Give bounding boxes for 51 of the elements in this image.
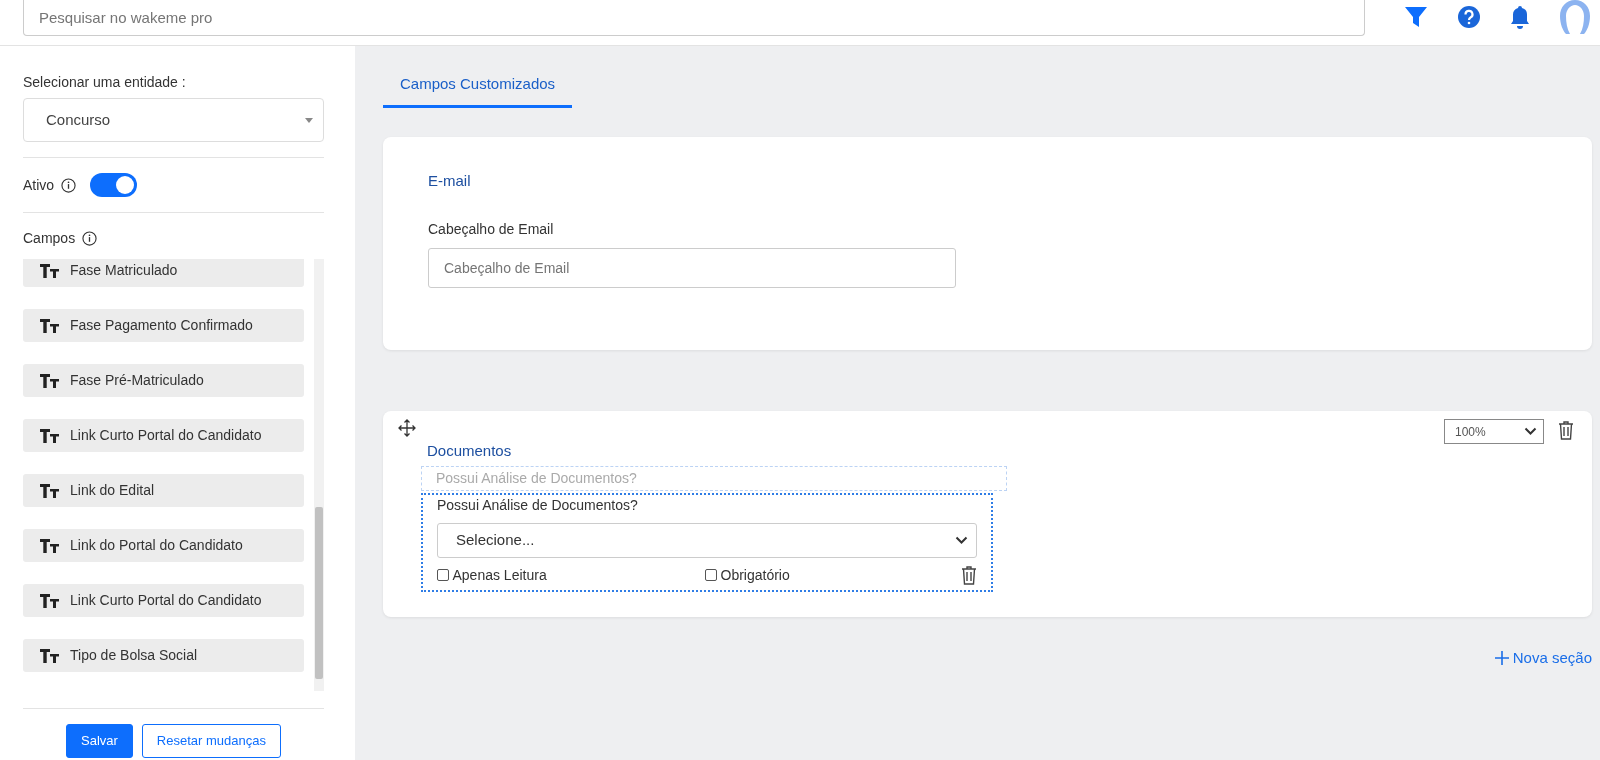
- chevron-down-icon: [955, 535, 968, 545]
- entity-select[interactable]: Concurso: [23, 98, 324, 142]
- info-icon: [61, 177, 77, 193]
- checkbox[interactable]: [437, 569, 449, 581]
- bell-icon[interactable]: [1510, 5, 1530, 29]
- field-item[interactable]: Fase Pré-Matriculado: [23, 364, 304, 397]
- checkbox-label: Apenas Leitura: [452, 565, 547, 585]
- field-item[interactable]: Link do Edital: [23, 474, 304, 507]
- field-label: Possui Análise de Documentos?: [436, 469, 637, 486]
- text-type-icon: [40, 593, 60, 608]
- section-label: Campos: [23, 229, 76, 248]
- move-icon[interactable]: [398, 419, 416, 437]
- toggle-switch[interactable]: [90, 173, 138, 197]
- text-type-icon: [40, 373, 60, 388]
- field-label: Possui Análise de Documentos?: [437, 495, 639, 515]
- chevron-down-icon: [1524, 427, 1537, 436]
- field-item[interactable]: Fase Pagamento Confirmado: [23, 309, 304, 342]
- search-field[interactable]: Pesquisar no wakeme pro: [23, 0, 1365, 36]
- checkbox-label: Obrigatório: [720, 565, 790, 585]
- field-item[interactable]: Fase Matriculado: [23, 259, 304, 287]
- field-item[interactable]: Tipo de Bolsa Social: [23, 639, 304, 672]
- section-title: Documentos: [427, 441, 513, 461]
- field-item[interactable]: Link Curto Portal do Candidato: [23, 584, 304, 617]
- reset-button[interactable]: Resetar mudanças: [141, 724, 281, 758]
- section-title: E-mail: [428, 170, 472, 191]
- field-label: Cabeçalho de Email: [428, 220, 555, 239]
- scrollbar[interactable]: [314, 259, 324, 691]
- info-icon: [82, 231, 98, 246]
- text-type-icon: [40, 263, 60, 278]
- text-type-icon: [40, 318, 60, 333]
- field-item[interactable]: Link do Portal do Candidato: [23, 529, 304, 562]
- select-field[interactable]: Selecione...: [437, 522, 977, 558]
- save-button[interactable]: Salvar: [66, 724, 133, 758]
- new-section-link[interactable]: Nova seção: [1495, 646, 1592, 669]
- dropdown-caret-icon: [305, 117, 313, 123]
- text-type-icon: [40, 648, 60, 663]
- field-item[interactable]: Link Curto Portal do Candidato: [23, 419, 304, 452]
- checkbox[interactable]: [705, 569, 717, 581]
- text-type-icon: [40, 428, 60, 443]
- text-field[interactable]: Cabeçalho de Email: [428, 248, 956, 288]
- trash-icon[interactable]: [961, 565, 977, 585]
- help-icon[interactable]: [1458, 6, 1480, 28]
- toggle-label: Ativo: [23, 175, 55, 195]
- tab[interactable]: Campos Customizados: [383, 66, 573, 108]
- trash-icon[interactable]: [1558, 421, 1574, 440]
- plus-icon: [1495, 650, 1510, 665]
- text-type-icon: [40, 538, 60, 553]
- width-select[interactable]: 100%: [1444, 419, 1544, 444]
- field-label: Selecionar uma entidade :: [23, 73, 187, 92]
- text-type-icon: [40, 483, 60, 498]
- filter-icon[interactable]: [1404, 5, 1428, 29]
